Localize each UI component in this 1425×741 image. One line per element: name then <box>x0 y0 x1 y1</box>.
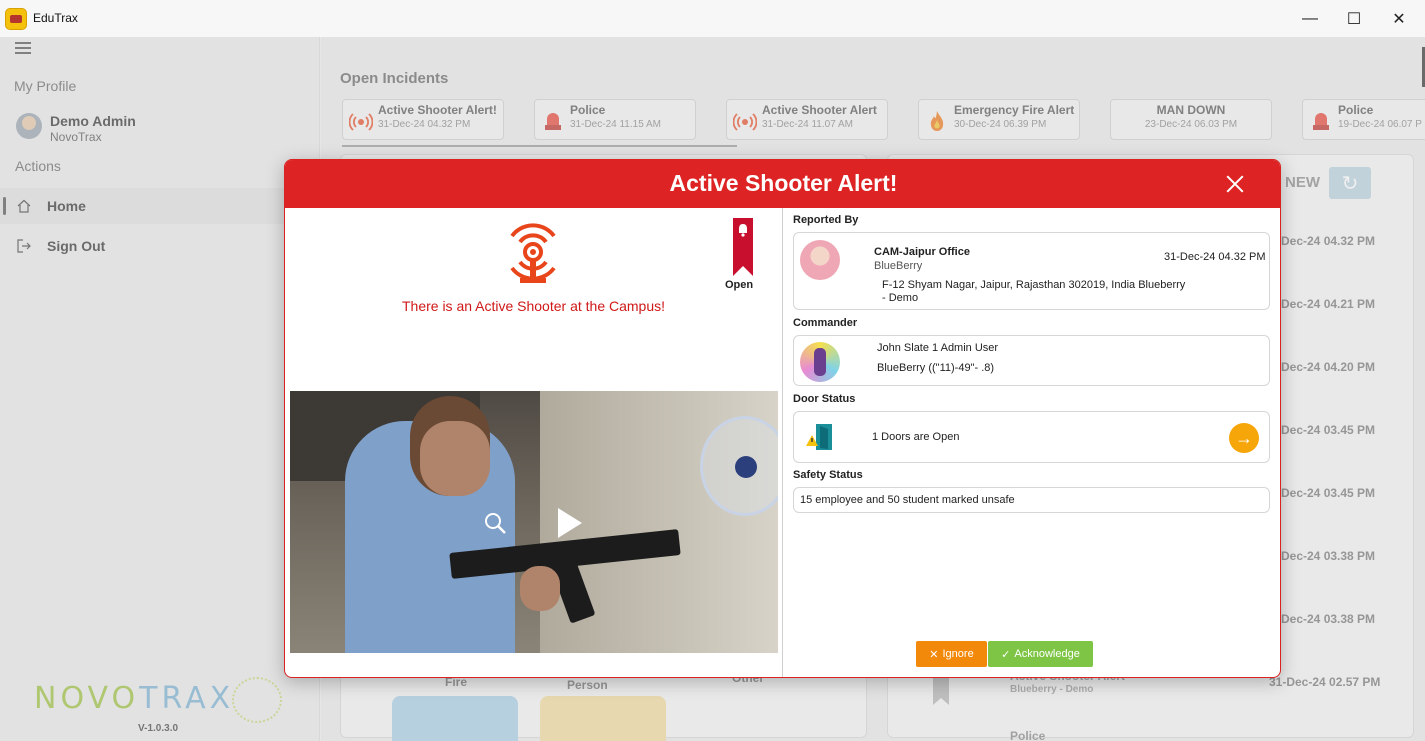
reporter-address-line1: F-12 Shyam Nagar, Jaipur, Rajasthan 3020… <box>882 279 1186 291</box>
door-status-text: 1 Doors are Open <box>872 431 960 443</box>
close-icon[interactable] <box>1223 172 1247 196</box>
modal-divider <box>782 208 783 677</box>
safety-status-field: 15 employee and 50 student marked unsafe <box>793 487 1270 513</box>
arrow-right-icon[interactable]: → <box>1229 423 1259 453</box>
reporter-address-line2: - Demo <box>882 292 919 304</box>
status-bookmark-icon <box>733 218 753 276</box>
reporter-name: CAM-Jaipur Office <box>874 246 970 258</box>
check-icon: ✓ <box>1001 648 1011 661</box>
incident-detail-modal: Active Shooter Alert! Open There is an A… <box>284 159 1281 678</box>
reported-time: 31-Dec-24 04.32 PM <box>1164 251 1266 263</box>
door-status-label: Door Status <box>793 393 856 405</box>
close-window-button[interactable]: ✕ <box>1376 0 1422 37</box>
reporter-avatar <box>800 240 840 280</box>
modal-header: Active Shooter Alert! <box>285 160 1280 208</box>
status-badge: Open <box>725 279 754 291</box>
reported-by-label: Reported By <box>793 214 859 226</box>
minimize-button[interactable]: — <box>1287 0 1333 37</box>
app-icon <box>5 8 27 30</box>
safety-status-text: 15 employee and 50 student marked unsafe <box>800 494 1015 506</box>
alarm-icon <box>510 223 556 283</box>
reporter-card: CAM-Jaipur Office BlueBerry 31-Dec-24 04… <box>793 232 1270 310</box>
reporter-org: BlueBerry <box>874 260 923 272</box>
alert-message: There is an Active Shooter at the Campus… <box>401 298 666 314</box>
door-status-card[interactable]: 1 Doors are Open → <box>793 411 1270 463</box>
incident-video[interactable] <box>290 391 778 653</box>
title-bar: EduTrax — ☐ ✕ <box>0 0 1425 37</box>
commander-card: John Slate 1 Admin User BlueBerry (("11)… <box>793 335 1270 386</box>
play-icon[interactable] <box>558 508 582 538</box>
commander-avatar <box>800 342 840 382</box>
maximize-button[interactable]: ☐ <box>1331 0 1377 37</box>
acknowledge-button[interactable]: ✓ Acknowledge <box>988 641 1093 667</box>
ignore-button[interactable]: ✕ Ignore <box>916 641 987 667</box>
app-title: EduTrax <box>33 11 78 25</box>
commander-contact: BlueBerry (("11)-49"- .8) <box>877 362 995 374</box>
commander-label: Commander <box>793 317 858 329</box>
commander-name: John Slate 1 Admin User <box>877 342 999 354</box>
close-icon: ✕ <box>929 648 939 661</box>
search-icon[interactable] <box>483 511 507 535</box>
door-warning-icon <box>806 424 832 450</box>
modal-title: Active Shooter Alert! <box>669 170 898 196</box>
safety-status-label: Safety Status <box>793 469 863 481</box>
